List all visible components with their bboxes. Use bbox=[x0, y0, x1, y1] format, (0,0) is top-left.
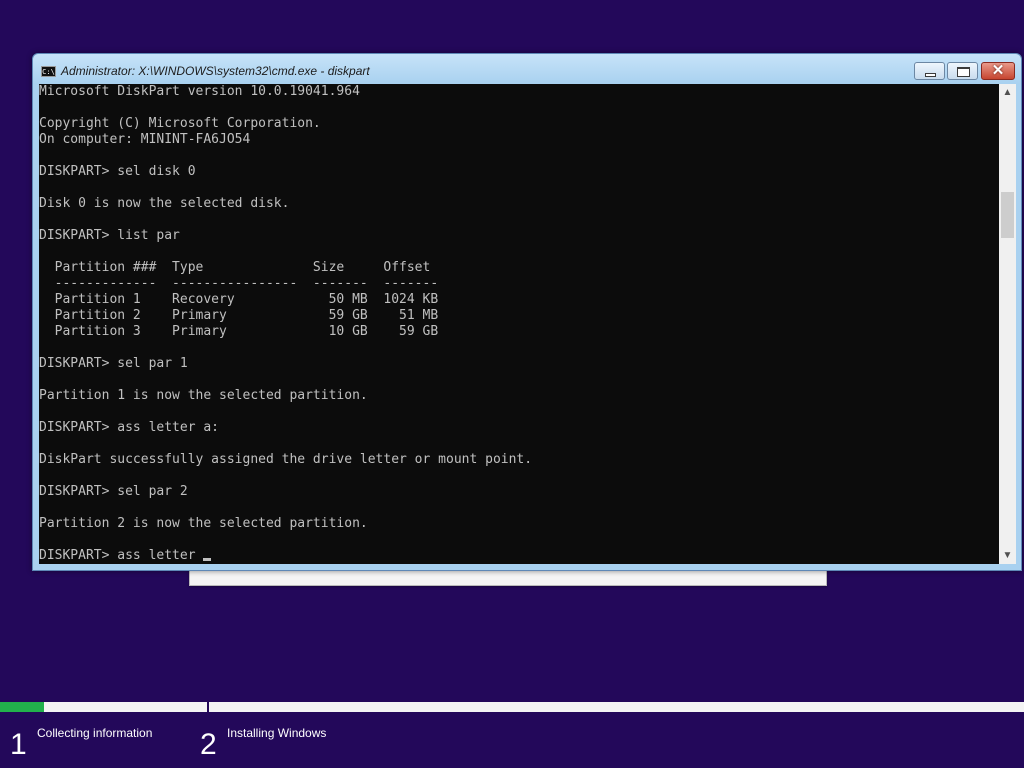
step-number: 1 bbox=[10, 728, 27, 761]
console-line: Disk 0 is now the selected disk. bbox=[39, 196, 290, 211]
scroll-up-icon[interactable]: ▲ bbox=[999, 84, 1016, 101]
minimize-icon bbox=[925, 73, 936, 77]
maximize-icon bbox=[957, 67, 970, 77]
maximize-button[interactable] bbox=[947, 62, 978, 80]
setup-progress-fill bbox=[0, 702, 45, 712]
console-line: Partition 3 Primary 10 GB 59 GB bbox=[39, 324, 439, 339]
console-line: DISKPART> ass letter a: bbox=[39, 420, 220, 435]
console-line: Partition 2 is now the selected partitio… bbox=[39, 516, 368, 531]
console-line: Partition 1 is now the selected partitio… bbox=[39, 388, 368, 403]
console-line: Partition 2 Primary 59 GB 51 MB bbox=[39, 308, 439, 323]
console-line: Copyright (C) Microsoft Corporation. bbox=[39, 116, 321, 131]
progress-step-divider bbox=[207, 702, 209, 712]
console-current-input: DISKPART> ass letter bbox=[39, 548, 204, 563]
close-button[interactable]: ✕ bbox=[981, 62, 1015, 80]
title-bar[interactable]: C:\ Administrator: X:\WINDOWS\system32\c… bbox=[33, 54, 1021, 84]
text-cursor bbox=[203, 558, 212, 561]
close-icon: ✕ bbox=[991, 62, 1005, 79]
window-title: Administrator: X:\WINDOWS\system32\cmd.e… bbox=[61, 64, 370, 78]
step-label: Installing Windows bbox=[227, 726, 327, 740]
step-label: Collecting information bbox=[37, 726, 153, 740]
scroll-down-icon[interactable]: ▼ bbox=[999, 547, 1016, 564]
console-line: Partition ### Type Size Offset bbox=[39, 260, 431, 275]
console-line: DiskPart successfully assigned the drive… bbox=[39, 452, 533, 467]
command-prompt-window[interactable]: C:\ Administrator: X:\WINDOWS\system32\c… bbox=[32, 53, 1022, 571]
minimize-button[interactable] bbox=[914, 62, 945, 80]
step-number: 2 bbox=[200, 728, 217, 761]
console-line: Microsoft DiskPart version 10.0.19041.96… bbox=[39, 84, 360, 99]
console-line: Partition 1 Recovery 50 MB 1024 KB bbox=[39, 292, 439, 307]
console-output[interactable]: Microsoft DiskPart version 10.0.19041.96… bbox=[39, 84, 999, 564]
console-line: DISKPART> sel disk 0 bbox=[39, 164, 196, 179]
cmd-icon: C:\ bbox=[41, 66, 56, 77]
setup-progress-bar bbox=[0, 702, 1024, 712]
console-line: ------------- ---------------- ------- -… bbox=[39, 276, 439, 291]
console-line: DISKPART> list par bbox=[39, 228, 180, 243]
scroll-thumb[interactable] bbox=[1001, 192, 1014, 238]
vertical-scrollbar[interactable]: ▲ ▼ bbox=[999, 84, 1016, 564]
console-line: DISKPART> sel par 1 bbox=[39, 356, 188, 371]
console-line: DISKPART> sel par 2 bbox=[39, 484, 188, 499]
console-input-line[interactable]: DISKPART> ass letter bbox=[39, 548, 999, 564]
console-text: Microsoft DiskPart version 10.0.19041.96… bbox=[39, 84, 999, 564]
console-line: On computer: MININT-FA6JO54 bbox=[39, 132, 251, 147]
